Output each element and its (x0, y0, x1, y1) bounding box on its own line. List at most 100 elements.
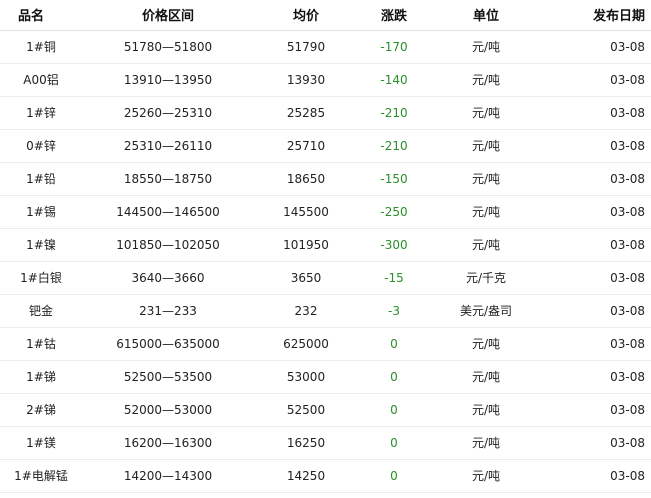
table-row: 2#锑 52000—53000 52500 0 元/吨 03-08 (0, 393, 651, 427)
cell-change: 0 (358, 426, 430, 460)
cell-change: -300 (358, 228, 430, 262)
cell-unit: 元/吨 (430, 228, 542, 262)
cell-change: 0 (358, 459, 430, 493)
cell-unit: 元/吨 (430, 327, 542, 361)
cell-name: 1#白银 (0, 261, 82, 295)
cell-name: 0#锌 (0, 129, 82, 163)
cell-name: 1#钴 (0, 327, 82, 361)
cell-average-price: 51790 (254, 30, 358, 64)
cell-name: 1#镁 (0, 426, 82, 460)
table-row: A00铝 13910—13950 13930 -140 元/吨 03-08 (0, 63, 651, 97)
cell-name: 1#锡 (0, 195, 82, 229)
cell-unit: 元/吨 (430, 360, 542, 394)
cell-average-price: 3650 (254, 261, 358, 295)
cell-average-price: 16250 (254, 426, 358, 460)
cell-name: 1#锌 (0, 96, 82, 130)
cell-price-range: 51780—51800 (82, 30, 254, 64)
cell-name: 1#镍 (0, 228, 82, 262)
table-row: 1#白银 3640—3660 3650 -15 元/千克 03-08 (0, 261, 651, 295)
cell-price-range: 14200—14300 (82, 459, 254, 493)
table-row: 1#铅 18550—18750 18650 -150 元/吨 03-08 (0, 162, 651, 196)
cell-change: 0 (358, 393, 430, 427)
cell-average-price: 53000 (254, 360, 358, 394)
cell-change: -170 (358, 30, 430, 64)
cell-unit: 元/吨 (430, 96, 542, 130)
cell-average-price: 18650 (254, 162, 358, 196)
cell-date: 03-08 (542, 63, 651, 97)
cell-name: 1#锑 (0, 360, 82, 394)
header-name: 品名 (0, 0, 82, 31)
cell-change: -3 (358, 294, 430, 328)
cell-date: 03-08 (542, 195, 651, 229)
cell-unit: 元/吨 (430, 195, 542, 229)
metal-price-table: 品名 价格区间 均价 涨跌 单位 发布日期 1#铜 51780—51800 5179… (0, 0, 651, 493)
cell-date: 03-08 (542, 228, 651, 262)
cell-change: -140 (358, 63, 430, 97)
header-change: 涨跌 (358, 0, 430, 31)
cell-average-price: 625000 (254, 327, 358, 361)
cell-date: 03-08 (542, 162, 651, 196)
cell-price-range: 144500—146500 (82, 195, 254, 229)
table-row: 1#铜 51780—51800 51790 -170 元/吨 03-08 (0, 30, 651, 64)
cell-change: -250 (358, 195, 430, 229)
table-body: 1#铜 51780—51800 51790 -170 元/吨 03-08 A00铝 13910… (0, 30, 651, 493)
cell-price-range: 3640—3660 (82, 261, 254, 295)
cell-date: 03-08 (542, 294, 651, 328)
cell-date: 03-08 (542, 327, 651, 361)
cell-price-range: 13910—13950 (82, 63, 254, 97)
table-row: 1#钴 615000—635000 625000 0 元/吨 03-08 (0, 327, 651, 361)
cell-change: -150 (358, 162, 430, 196)
cell-price-range: 52500—53500 (82, 360, 254, 394)
cell-unit: 元/千克 (430, 261, 542, 295)
cell-date: 03-08 (542, 426, 651, 460)
table-row: 1#锌 25260—25310 25285 -210 元/吨 03-08 (0, 96, 651, 130)
cell-change: -210 (358, 96, 430, 130)
cell-change: -210 (358, 129, 430, 163)
cell-average-price: 25710 (254, 129, 358, 163)
cell-price-range: 16200—16300 (82, 426, 254, 460)
cell-price-range: 615000—635000 (82, 327, 254, 361)
table-row: 1#镁 16200—16300 16250 0 元/吨 03-08 (0, 426, 651, 460)
cell-unit: 元/吨 (430, 30, 542, 64)
table-header: 品名 价格区间 均价 涨跌 单位 发布日期 (0, 0, 651, 31)
cell-average-price: 145500 (254, 195, 358, 229)
cell-average-price: 14250 (254, 459, 358, 493)
header-unit: 单位 (430, 0, 542, 31)
cell-average-price: 52500 (254, 393, 358, 427)
header-avg: 均价 (254, 0, 358, 31)
cell-date: 03-08 (542, 261, 651, 295)
header-row: 品名 价格区间 均价 涨跌 单位 发布日期 (0, 0, 651, 31)
cell-unit: 元/吨 (430, 426, 542, 460)
cell-price-range: 231—233 (82, 294, 254, 328)
cell-change: 0 (358, 327, 430, 361)
table-row: 钯金 231—233 232 -3 美元/盎司 03-08 (0, 294, 651, 328)
cell-name: A00铝 (0, 63, 82, 97)
cell-unit: 元/吨 (430, 63, 542, 97)
cell-date: 03-08 (542, 360, 651, 394)
cell-average-price: 101950 (254, 228, 358, 262)
cell-name: 1#电解锰 (0, 459, 82, 493)
table-row: 1#电解锰 14200—14300 14250 0 元/吨 03-08 (0, 459, 651, 493)
table-row: 0#锌 25310—26110 25710 -210 元/吨 03-08 (0, 129, 651, 163)
cell-unit: 元/吨 (430, 162, 542, 196)
cell-name: 1#铅 (0, 162, 82, 196)
cell-name: 1#铜 (0, 30, 82, 64)
cell-date: 03-08 (542, 129, 651, 163)
table-row: 1#锑 52500—53500 53000 0 元/吨 03-08 (0, 360, 651, 394)
cell-price-range: 18550—18750 (82, 162, 254, 196)
cell-price-range: 25260—25310 (82, 96, 254, 130)
cell-date: 03-08 (542, 393, 651, 427)
cell-unit: 元/吨 (430, 129, 542, 163)
header-date: 发布日期 (542, 0, 651, 31)
cell-average-price: 25285 (254, 96, 358, 130)
table-row: 1#镍 101850—102050 101950 -300 元/吨 03-08 (0, 228, 651, 262)
cell-unit: 美元/盎司 (430, 294, 542, 328)
cell-average-price: 232 (254, 294, 358, 328)
cell-date: 03-08 (542, 459, 651, 493)
cell-price-range: 25310—26110 (82, 129, 254, 163)
header-range: 价格区间 (82, 0, 254, 31)
cell-price-range: 52000—53000 (82, 393, 254, 427)
cell-date: 03-08 (542, 96, 651, 130)
cell-unit: 元/吨 (430, 459, 542, 493)
cell-average-price: 13930 (254, 63, 358, 97)
